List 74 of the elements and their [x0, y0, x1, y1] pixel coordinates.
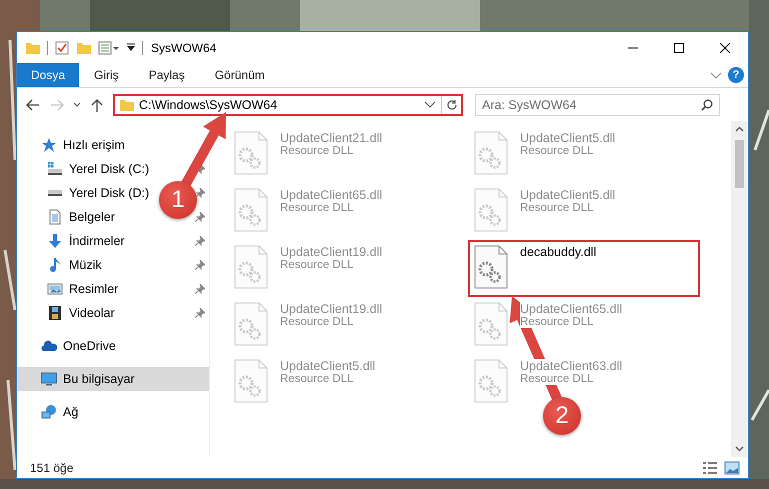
pin-icon[interactable] — [195, 260, 205, 270]
window-title: SysWOW64 — [151, 40, 216, 54]
gear-file-icon — [474, 131, 508, 175]
pin-icon[interactable] — [195, 284, 205, 294]
file-name[interactable]: decabuddy.dll — [520, 245, 596, 259]
sidebar-item[interactable]: Ağ — [41, 404, 78, 420]
drive-icon — [48, 190, 62, 196]
details-view-icon[interactable] — [702, 460, 718, 474]
file-type: Resource DLL — [520, 373, 594, 385]
pin-icon[interactable] — [195, 212, 205, 222]
music-note-icon — [47, 257, 63, 273]
gear-file-icon — [474, 302, 508, 346]
file-type: Resource DLL — [280, 259, 354, 271]
sidebar-item[interactable]: Hızlı erişim — [41, 137, 125, 153]
gear-file-icon — [234, 131, 268, 175]
address-bar[interactable]: C:\Windows\SysWOW64 — [113, 94, 463, 116]
sidebar-item[interactable]: Bu bilgisayar — [41, 371, 135, 387]
file-type: Resource DLL — [280, 373, 354, 385]
help-button[interactable]: ? — [728, 67, 744, 83]
forward-arrow-icon — [50, 98, 64, 110]
large-icons-view-icon[interactable] — [724, 460, 740, 474]
ribbon-tab[interactable]: Dosya — [17, 63, 80, 87]
file-type: Resource DLL — [520, 316, 594, 328]
close-icon — [720, 42, 730, 52]
sidebar-item[interactable]: Videolar — [47, 305, 115, 321]
monitor-icon — [41, 371, 57, 387]
sidebar-item[interactable]: Belgeler — [47, 209, 115, 225]
properties-icon[interactable] — [54, 40, 70, 56]
item-count: 151 öğe — [30, 460, 74, 474]
pin-icon[interactable] — [195, 236, 205, 246]
scroll-thumb[interactable] — [735, 140, 744, 188]
file-type: Resource DLL — [520, 145, 594, 157]
dropdown-caret-icon[interactable] — [423, 100, 437, 110]
drive-icon — [47, 161, 63, 177]
gear-file-icon — [474, 188, 508, 232]
path-field[interactable]: C:\Windows\SysWOW64 — [139, 98, 289, 112]
file-type: Resource DLL — [280, 145, 354, 157]
file-type: Resource DLL — [520, 202, 594, 214]
ribbon-tab[interactable]: Görünüm — [200, 63, 280, 87]
customize-caret-icon[interactable] — [126, 42, 136, 52]
download-icon — [47, 233, 63, 249]
network-icon — [41, 404, 57, 420]
view-options-icon[interactable] — [98, 40, 120, 56]
back-arrow-icon — [26, 98, 40, 110]
up-arrow-icon — [91, 98, 103, 112]
sidebar-item[interactable]: Yerel Disk (D:) — [47, 185, 150, 201]
sidebar-item[interactable]: Resimler — [47, 281, 118, 297]
star-icon — [41, 137, 57, 153]
maximize-icon — [674, 42, 684, 52]
search-field[interactable]: Ara: SysWOW64 — [475, 94, 720, 116]
sidebar-item[interactable]: Müzik — [47, 257, 102, 273]
pin-icon[interactable] — [195, 308, 205, 318]
gear-file-icon — [474, 245, 508, 289]
caret-icon — [73, 102, 81, 107]
scrollbar[interactable] — [731, 121, 748, 457]
film-icon — [47, 305, 63, 321]
sidebar-item[interactable]: Yerel Disk (C:) — [47, 161, 150, 177]
ribbon-tab[interactable]: Giriş — [79, 63, 134, 87]
ribbon-tab[interactable]: Paylaş — [134, 63, 200, 87]
gear-file-icon — [234, 359, 268, 403]
pictures-icon — [47, 281, 63, 297]
gear-file-icon — [474, 359, 508, 403]
cloud-icon — [41, 338, 57, 354]
document-icon — [47, 209, 63, 225]
sidebar-item[interactable]: OneDrive — [41, 338, 116, 354]
search-icon — [701, 98, 713, 110]
file-type: Resource DLL — [280, 316, 354, 328]
gear-file-icon — [234, 302, 268, 346]
file-type: Resource DLL — [280, 202, 354, 214]
sidebar-item[interactable]: İndirmeler — [47, 233, 125, 249]
pin-icon[interactable] — [195, 188, 205, 198]
refresh-icon — [446, 98, 458, 110]
gear-file-icon — [234, 245, 268, 289]
gear-file-icon — [234, 188, 268, 232]
